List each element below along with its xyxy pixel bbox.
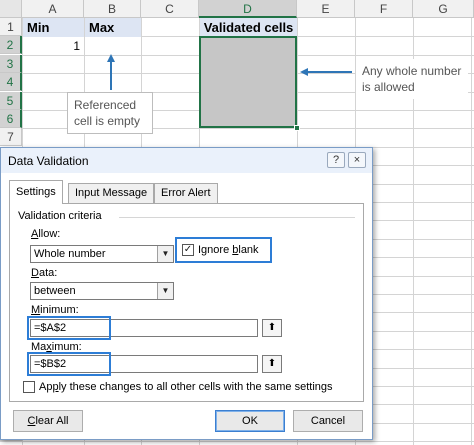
fill-handle[interactable] [294, 125, 300, 131]
data-value: between [34, 285, 76, 297]
cell-d1[interactable]: Validated cells [200, 18, 297, 37]
column-header-d[interactable]: D [199, 0, 297, 18]
dialog-title: Data Validation [8, 154, 89, 168]
maximum-highlight [27, 352, 111, 376]
callout-referenced-empty: Referenced cell is empty [67, 92, 153, 134]
minimum-label: Minimum: [31, 304, 79, 316]
clear-all-button[interactable]: Clear All [13, 410, 83, 432]
column-header-f[interactable]: F [355, 0, 413, 18]
data-select[interactable]: between ▼ [30, 282, 174, 300]
ignore-blank-label[interactable]: Ignore blank [198, 244, 259, 256]
allow-label: Allow: [31, 228, 61, 240]
select-all-corner[interactable] [0, 0, 22, 18]
cell-a1[interactable]: Min [23, 18, 84, 37]
column-header-c[interactable]: C [141, 0, 199, 18]
allow-select[interactable]: Whole number ▼ [30, 245, 174, 263]
data-validation-dialog[interactable]: Data Validation ? × Settings Input Messa… [0, 147, 373, 440]
group-divider [119, 217, 355, 218]
ignore-blank-checkbox[interactable]: ✓ [182, 244, 194, 256]
row-header-7[interactable]: 7 [0, 128, 22, 147]
cancel-button[interactable]: Cancel [293, 410, 363, 432]
chevron-down-icon[interactable]: ▼ [157, 283, 173, 299]
apply-all-label[interactable]: Apply these changes to all other cells w… [39, 381, 333, 393]
apply-all-checkbox[interactable] [23, 381, 35, 393]
row-header-5[interactable]: 5 [0, 91, 22, 110]
row-header-1[interactable]: 1 [0, 18, 22, 36]
help-icon: ? [332, 154, 340, 166]
close-icon: × [353, 154, 361, 166]
column-header-e[interactable]: E [297, 0, 355, 18]
ok-button[interactable]: OK [215, 410, 285, 432]
row-header-3[interactable]: 3 [0, 54, 22, 73]
cell-b1[interactable]: Max [85, 18, 141, 37]
chevron-down-icon[interactable]: ▼ [157, 246, 173, 262]
row-header-4[interactable]: 4 [0, 73, 22, 92]
dialog-titlebar[interactable]: Data Validation ? × [1, 148, 372, 173]
tab-input-message[interactable]: Input Message [68, 183, 155, 203]
data-label: Data: [31, 267, 58, 279]
column-header-b[interactable]: B [84, 0, 141, 18]
close-button[interactable]: × [348, 152, 366, 168]
minimum-collapse-button[interactable]: ⬆ [262, 319, 282, 337]
help-button[interactable]: ? [327, 152, 345, 168]
row-header-6[interactable]: 6 [0, 110, 22, 128]
row-header-2[interactable]: 2 [0, 36, 22, 55]
minimum-highlight [27, 316, 111, 340]
tab-error-alert[interactable]: Error Alert [154, 183, 218, 203]
maximum-collapse-button[interactable]: ⬆ [262, 355, 282, 373]
callout-any-whole-number: Any whole number is allowed [356, 59, 468, 99]
group-title: Validation criteria [18, 210, 105, 222]
collapse-dialog-icon: ⬆ [267, 358, 277, 369]
tab-settings[interactable]: Settings [9, 180, 63, 204]
collapse-dialog-icon: ⬆ [267, 322, 277, 333]
column-header-a[interactable]: A [22, 0, 84, 18]
validated-cells-range[interactable] [199, 36, 297, 128]
checkmark-icon: ✓ [183, 244, 193, 255]
column-header-g[interactable]: G [413, 0, 474, 18]
allow-value: Whole number [34, 248, 106, 260]
cell-a2[interactable]: 1 [23, 37, 84, 56]
